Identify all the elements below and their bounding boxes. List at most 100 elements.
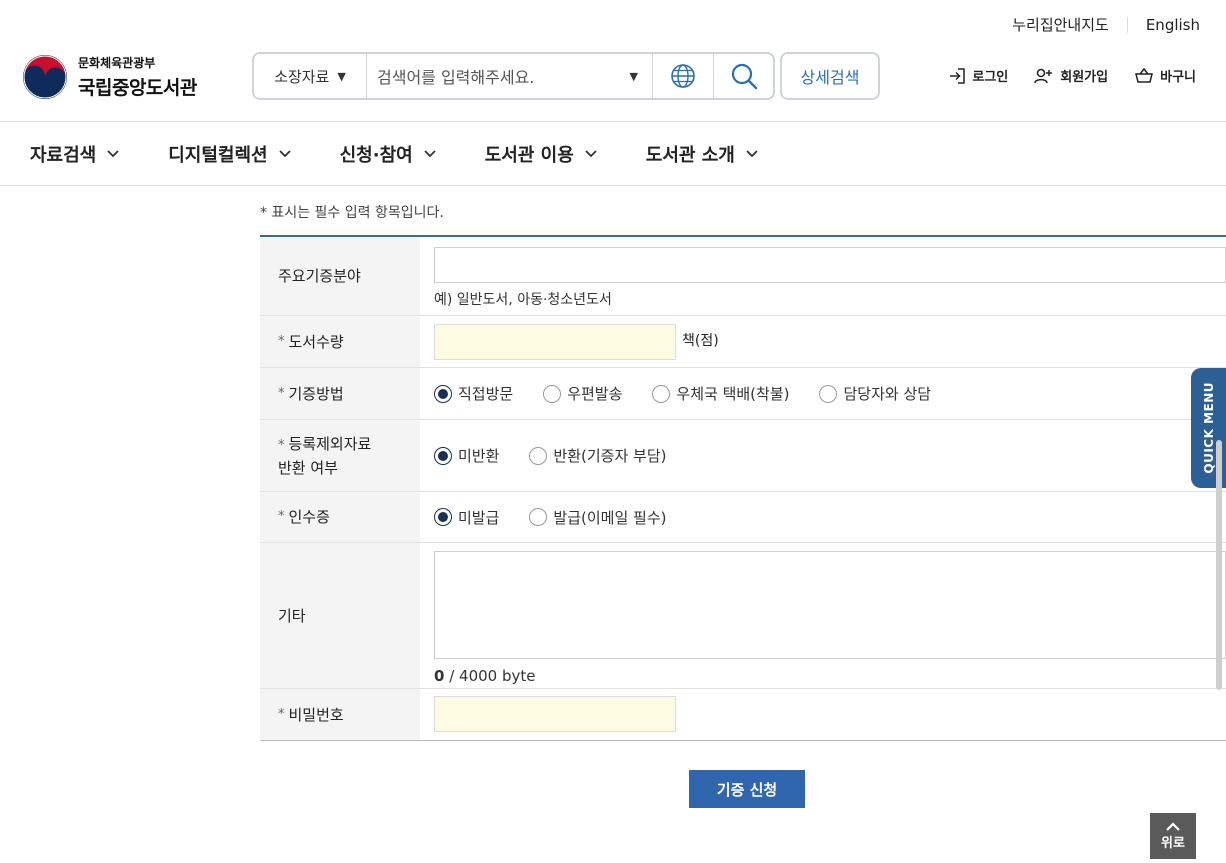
nav-label: 디지털컬렉션 [168,144,268,166]
required-mark: * [278,333,285,349]
field-label: 주요기증분야 [260,237,420,315]
donation-form: 주요기증분야 예) 일반도서, 아동·청소년도서 * 도서수량 책(점) * 기… [260,235,1226,741]
nav-item-application[interactable]: 신청·참여 [340,141,437,167]
required-mark: * [278,509,285,524]
return-radio-group: 미반환 반환(기증자 부담) [434,420,1226,491]
field-label: * 비밀번호 [260,689,420,740]
nav-label: 자료검색 [30,144,97,166]
government-emblem-icon [23,55,67,99]
genre-input[interactable] [434,247,1226,283]
method-radio-group: 직접방문 우편발송 우체국 택배(착불) 담당자와 상담 [434,368,1226,419]
receipt-radio-group: 미발급 발급(이메일 필수) [434,492,1226,542]
search-placeholder: 검색어를 입력해주세요. [377,68,535,87]
genre-hint: 예) 일반도서, 아동·청소년도서 [434,292,612,308]
field-label: * 인수증 [260,492,420,542]
radio-selected-icon [434,508,452,526]
radio-selected-icon [434,446,452,465]
nav-item-search[interactable]: 자료검색 [30,141,120,167]
login-icon [950,67,966,84]
chevron-up-icon [1166,821,1180,831]
method-radio-consult[interactable]: 담당자와 상담 [819,383,931,404]
byte-counter: 0 / 4000 byte [434,667,536,685]
nav-item-about[interactable]: 도서관 소개 [646,141,759,167]
utility-links: 누리집안내지도 English [1012,14,1200,35]
search-icon [731,63,757,90]
library-name: 국립중앙도서관 [78,77,197,99]
radio-icon [652,384,671,403]
search-scope-value: 소장자료 [274,67,330,86]
nav-item-digital-collection[interactable]: 디지털컬렉션 [168,141,291,167]
nav-label: 도서관 이용 [484,144,574,166]
cart-label: 바구니 [1160,70,1196,85]
search-scope-select[interactable]: 소장자료 ▼ [254,54,367,98]
method-radio-visit[interactable]: 직접방문 [434,383,513,404]
search-button[interactable] [713,54,773,98]
radio-icon [529,446,548,465]
search-bar: 소장자료 ▼ 검색어를 입력해주세요. ▼ [252,52,775,100]
method-radio-mail[interactable]: 우편발송 [543,383,622,404]
main-navigation: 자료검색 디지털컬렉션 신청·참여 도서관 이용 도서관 소개 [0,122,1226,185]
divider [0,185,1226,186]
cart-link[interactable]: 바구니 [1134,66,1196,85]
ministry-name: 문화체육관광부 [78,56,156,70]
english-link[interactable]: English [1146,16,1200,34]
required-mark: * [278,706,285,722]
nav-label: 도서관 소개 [645,144,735,166]
field-label: * 도서수량 [260,316,420,367]
method-radio-parcel[interactable]: 우체국 택배(착불) [652,383,789,404]
radio-selected-icon [434,384,452,403]
chevron-down-icon [746,149,758,157]
field-label: * 등록제외자료 반환 여부 [260,420,420,491]
donation-submit-button[interactable]: 기증 신청 [689,770,805,808]
required-mark: * [278,385,285,401]
chevron-down-icon [107,149,119,157]
form-row-password: * 비밀번호 [260,689,1226,740]
chevron-down-icon [424,149,436,157]
login-label: 로그인 [972,70,1009,85]
caret-down-icon: ▼ [337,69,346,83]
scrollbar[interactable] [1216,440,1222,690]
form-row-method: * 기증방법 직접방문 우편발송 우체국 택배(착불) 담당자와 상담 [260,368,1226,420]
sitemap-link[interactable]: 누리집안내지도 [1012,14,1109,35]
chevron-down-icon [278,149,291,157]
field-label: 기타 [260,543,420,688]
divider [1126,16,1128,33]
etc-textarea[interactable] [434,551,1226,659]
required-mark: * [278,437,285,453]
password-input[interactable] [434,696,676,732]
search-input[interactable]: 검색어를 입력해주세요. ▼ [367,54,653,98]
nav-item-library-use[interactable]: 도서관 이용 [485,141,598,167]
quick-menu-label: QUICK MENU [1201,382,1216,474]
return-radio-no[interactable]: 미반환 [434,445,499,466]
form-row-return: * 등록제외자료 반환 여부 미반환 반환(기증자 부담) [260,420,1226,492]
basket-icon [1135,67,1154,83]
field-label: * 기증방법 [260,368,420,419]
quantity-unit: 책(점) [682,333,719,349]
form-row-genre: 주요기증분야 예) 일반도서, 아동·청소년도서 [260,237,1226,316]
caret-down-icon[interactable]: ▼ [630,70,638,83]
radio-icon [529,508,548,526]
receipt-radio-no[interactable]: 미발급 [434,507,499,528]
chevron-down-icon [585,149,597,157]
site-logo[interactable]: 문화체육관광부 국립중앙도서관 [22,54,197,100]
login-link[interactable]: 로그인 [948,66,1008,85]
join-link[interactable]: 회원가입 [1034,66,1108,85]
quantity-input[interactable] [434,324,676,360]
radio-icon [819,384,838,403]
globe-icon [671,64,695,88]
advanced-search-button[interactable]: 상세검색 [780,52,880,100]
to-top-label: 위로 [1161,835,1185,851]
form-row-etc: 기타 0 / 4000 byte [260,543,1226,689]
user-menu: 로그인 회원가입 바구니 [922,66,1196,85]
form-row-receipt: * 인수증 미발급 발급(이메일 필수) [260,492,1226,543]
add-user-icon [1034,68,1053,83]
return-radio-yes[interactable]: 반환(기증자 부담) [529,445,666,466]
form-row-quantity: * 도서수량 책(점) [260,316,1226,368]
radio-icon [543,384,562,403]
scroll-to-top-button[interactable]: 위로 [1150,813,1196,859]
language-button[interactable] [653,54,713,98]
nav-label: 신청·참여 [339,144,413,166]
join-label: 회원가입 [1060,70,1109,85]
receipt-radio-yes[interactable]: 발급(이메일 필수) [529,507,666,528]
required-note: * 표시는 필수 입력 항목입니다. [260,205,444,221]
